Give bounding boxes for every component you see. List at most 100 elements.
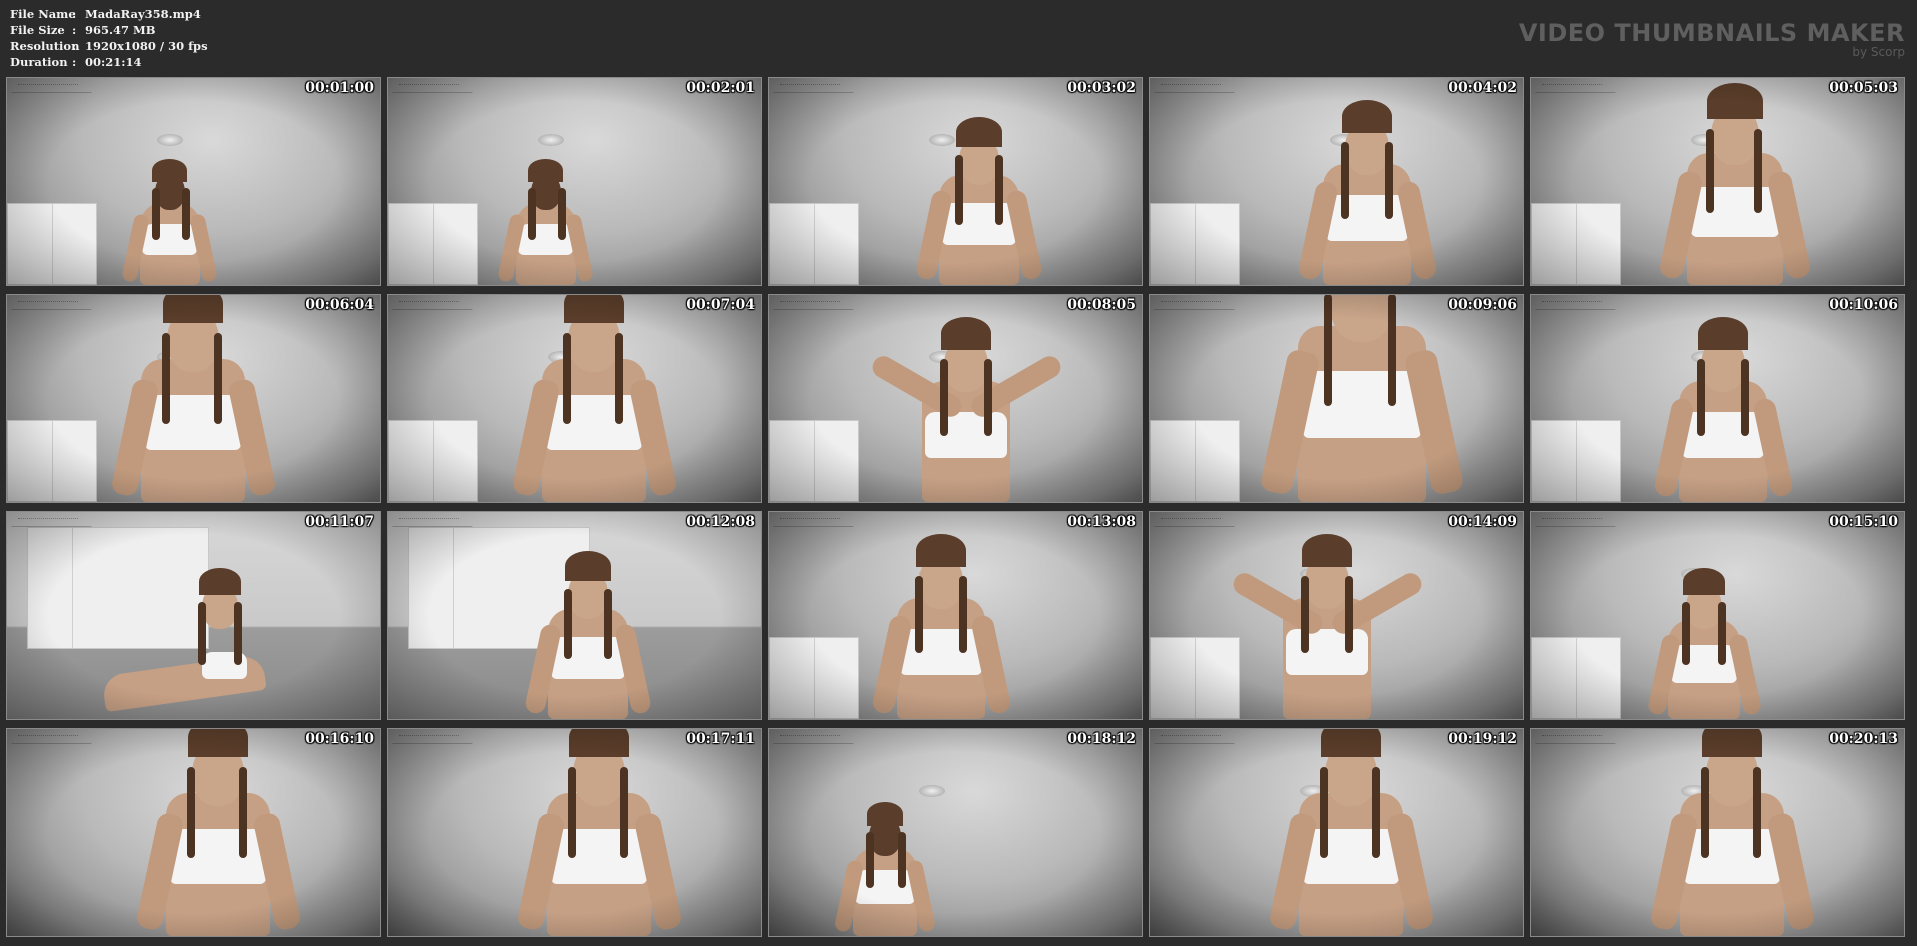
closet-door bbox=[1531, 203, 1621, 285]
hair bbox=[163, 295, 223, 323]
left-braid bbox=[198, 602, 207, 665]
closet-door bbox=[769, 637, 859, 719]
thumbnail-timestamp: 00:18:12 bbox=[1067, 731, 1136, 747]
thumbnail-timestamp: 00:08:05 bbox=[1067, 297, 1136, 313]
right-braid bbox=[557, 187, 566, 240]
right-braid bbox=[897, 832, 906, 888]
watermark-signature bbox=[392, 516, 476, 527]
hair bbox=[940, 317, 992, 351]
watermark-signature bbox=[1535, 299, 1619, 310]
hair bbox=[188, 729, 248, 757]
info-separator: : bbox=[72, 39, 77, 53]
right-braid bbox=[234, 602, 243, 665]
left-braid bbox=[955, 155, 963, 225]
closet-door bbox=[1150, 637, 1240, 719]
watermark-signature bbox=[11, 82, 95, 93]
right-braid bbox=[1752, 767, 1761, 858]
info-separator: : bbox=[72, 55, 77, 69]
hair bbox=[569, 729, 629, 757]
left-braid bbox=[527, 187, 536, 240]
sports-bra bbox=[1682, 411, 1764, 458]
video-thumbnail: 00:10:06 bbox=[1530, 294, 1905, 503]
brand-subtitle: by Scorp bbox=[1852, 45, 1905, 59]
video-thumbnail: 00:01:00 bbox=[6, 77, 381, 286]
video-thumbnail: 00:11:07 bbox=[6, 511, 381, 720]
closet-door bbox=[1531, 637, 1621, 719]
video-thumbnail: 00:03:02 bbox=[768, 77, 1143, 286]
closet-door bbox=[1531, 420, 1621, 502]
sports-bra bbox=[1326, 194, 1408, 241]
video-thumbnail: 00:12:08 bbox=[387, 511, 762, 720]
right-braid bbox=[1387, 295, 1396, 406]
sports-bra bbox=[551, 637, 625, 679]
person-figure bbox=[117, 135, 222, 285]
hair bbox=[1341, 100, 1393, 134]
video-thumbnail: 00:19:12 bbox=[1149, 728, 1524, 937]
left-braid bbox=[562, 333, 571, 424]
closet-door bbox=[1150, 420, 1240, 502]
sports-bra bbox=[1690, 186, 1780, 237]
header: File Name : MadaRay358.mp4 File Size : 9… bbox=[0, 0, 1917, 76]
right-braid bbox=[1718, 602, 1727, 665]
watermark-signature bbox=[1535, 516, 1619, 527]
person-figure bbox=[909, 85, 1049, 285]
person-figure bbox=[1641, 729, 1823, 936]
watermark-signature bbox=[392, 82, 476, 93]
thumbnail-timestamp: 00:05:03 bbox=[1829, 80, 1898, 96]
person-figure bbox=[1646, 295, 1800, 502]
watermark-signature bbox=[773, 299, 857, 310]
watermark-signature bbox=[1535, 82, 1619, 93]
sports-bra bbox=[900, 628, 982, 675]
sports-bra bbox=[1302, 829, 1400, 884]
left-braid bbox=[1300, 576, 1309, 653]
thumbnail-timestamp: 00:02:01 bbox=[686, 80, 755, 96]
info-row-filesize: File Size : 965.47 MB bbox=[10, 22, 208, 38]
thumbnail-grid: 00:01:00 00:02:01 00:03:02 00:04:02 00:05:03… bbox=[6, 77, 1905, 937]
right-braid bbox=[181, 187, 190, 240]
left-braid bbox=[1323, 295, 1332, 406]
video-thumbnail: 00:20:13 bbox=[1530, 728, 1905, 937]
info-key: Resolution bbox=[10, 39, 80, 53]
left-braid bbox=[161, 333, 170, 424]
left-braid bbox=[1319, 767, 1328, 858]
hair bbox=[915, 534, 967, 568]
sports-bra bbox=[1683, 829, 1781, 884]
person-figure bbox=[508, 729, 690, 936]
watermark-signature bbox=[1154, 299, 1238, 310]
info-row-resolution: Resolution : 1920x1080 / 30 fps bbox=[10, 38, 208, 54]
sports-bra bbox=[942, 203, 1016, 245]
sports-bra bbox=[545, 395, 643, 450]
right-braid bbox=[958, 576, 967, 653]
watermark-signature bbox=[392, 299, 476, 310]
video-thumbnail: 00:05:03 bbox=[1530, 77, 1905, 286]
sports-bra bbox=[1670, 645, 1738, 683]
left-braid bbox=[1696, 359, 1705, 436]
sports-bra bbox=[550, 829, 648, 884]
info-row-filename: File Name : MadaRay358.mp4 bbox=[10, 6, 208, 22]
watermark-signature bbox=[11, 299, 95, 310]
info-key: File Name bbox=[10, 7, 76, 21]
hair bbox=[1702, 729, 1762, 757]
left-braid bbox=[1700, 767, 1709, 858]
info-row-duration: Duration : 00:21:14 bbox=[10, 54, 208, 70]
left-braid bbox=[1682, 602, 1691, 665]
thumbnail-timestamp: 00:20:13 bbox=[1829, 731, 1898, 747]
person-figure bbox=[102, 295, 284, 502]
right-braid bbox=[238, 767, 247, 858]
person-figure bbox=[493, 135, 598, 285]
person-figure bbox=[864, 512, 1018, 719]
right-braid bbox=[619, 767, 628, 858]
right-braid bbox=[1754, 129, 1763, 213]
person-figure bbox=[1229, 512, 1425, 719]
thumbnail-timestamp: 00:12:08 bbox=[686, 514, 755, 530]
info-value: MadaRay358.mp4 bbox=[85, 7, 201, 21]
brand-title: VIDEO THUMBNAILS MAKER bbox=[1518, 19, 1905, 47]
watermark-signature bbox=[11, 733, 95, 744]
right-braid bbox=[983, 359, 992, 436]
person-figure bbox=[503, 295, 685, 502]
watermark-signature bbox=[1535, 733, 1619, 744]
hair bbox=[866, 801, 904, 826]
video-thumbnail: 00:18:12 bbox=[768, 728, 1143, 937]
person-figure bbox=[101, 539, 283, 719]
closet-door bbox=[1150, 203, 1240, 285]
